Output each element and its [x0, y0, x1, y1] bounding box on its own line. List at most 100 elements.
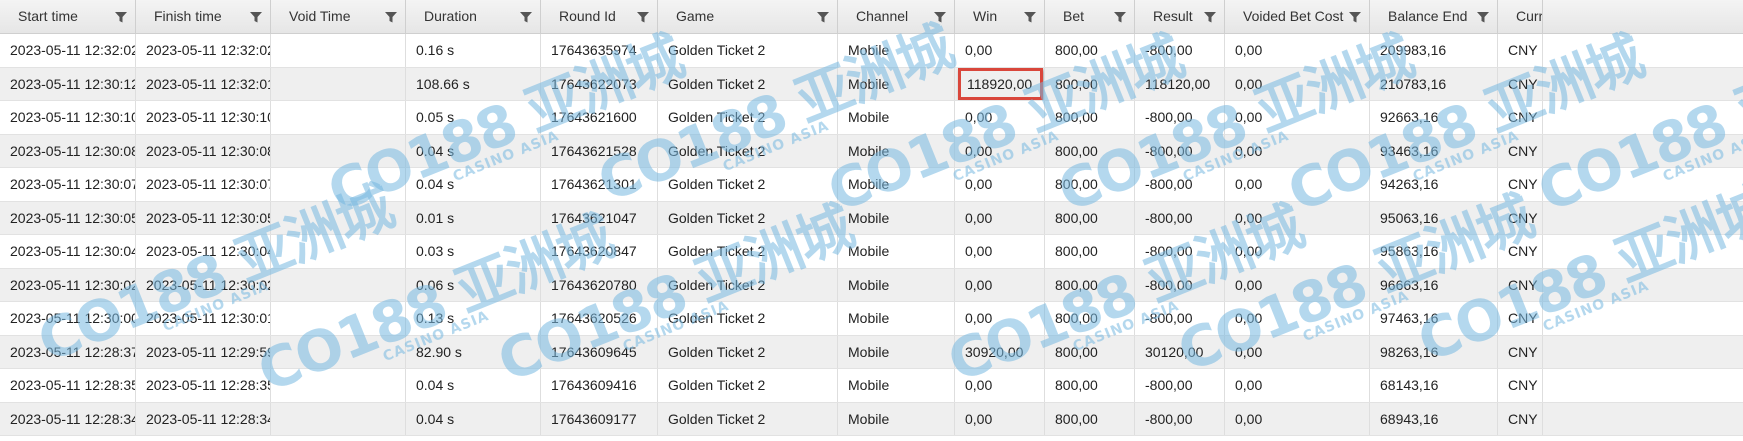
cell-duration: 0.16 s	[406, 34, 541, 67]
filter-icon[interactable]	[250, 11, 262, 23]
cell-void-time	[271, 201, 406, 234]
cell-channel: Mobile	[838, 302, 955, 335]
cell-currency: CNY	[1498, 369, 1543, 402]
column-header-game[interactable]: Game	[658, 0, 838, 33]
column-header-label: Voided Bet Cost	[1243, 8, 1344, 24]
cell-game: Golden Ticket 2	[658, 134, 838, 167]
column-header-label: Void Time	[289, 8, 351, 24]
cell-bet: 800,00	[1045, 235, 1135, 268]
table-row[interactable]: 2023-05-11 12:30:04 2023-05-11 12:30:04 0.…	[0, 235, 1743, 269]
cell-balance-end: 68143,16	[1370, 369, 1498, 402]
column-header-duration[interactable]: Duration	[406, 0, 541, 33]
column-header-void-time[interactable]: Void Time	[271, 0, 406, 33]
cell-result: -800,00	[1135, 201, 1225, 234]
column-header-label: Finish time	[154, 8, 222, 24]
cell-void-time	[271, 369, 406, 402]
filter-icon[interactable]	[1477, 11, 1489, 23]
cell-duration: 0.13 s	[406, 302, 541, 335]
cell-currency: CNY	[1498, 101, 1543, 134]
cell-round-id: 17643609416	[541, 369, 658, 402]
table-row[interactable]: 2023-05-11 12:30:12 2023-05-11 12:32:01 10…	[0, 67, 1743, 101]
table-row[interactable]: 2023-05-11 12:30:02 2023-05-11 12:30:02 0.…	[0, 268, 1743, 302]
filter-icon[interactable]	[520, 11, 532, 23]
column-header-round-id[interactable]: Round Id	[541, 0, 658, 33]
cell-result: -800,00	[1135, 268, 1225, 301]
table-row[interactable]: 2023-05-11 12:30:08 2023-05-11 12:30:08 0.…	[0, 134, 1743, 168]
grid-header: Start time Finish time Void Time Duration Ro…	[0, 0, 1743, 34]
grid-body: 2023-05-11 12:32:02 2023-05-11 12:32:02 0.…	[0, 34, 1743, 436]
cell-duration: 0.04 s	[406, 168, 541, 201]
cell-void-time	[271, 335, 406, 368]
cell-voided-bet-cost: 0,00	[1225, 101, 1370, 134]
cell-balance-end: 68943,16	[1370, 402, 1498, 435]
filter-icon[interactable]	[1349, 11, 1361, 23]
filter-icon[interactable]	[115, 11, 127, 23]
column-header-bet[interactable]: Bet	[1045, 0, 1135, 33]
column-header-channel[interactable]: Channel	[838, 0, 955, 33]
filter-icon[interactable]	[1114, 11, 1126, 23]
table-row[interactable]: 2023-05-11 12:28:35 2023-05-11 12:28:35 0.…	[0, 369, 1743, 403]
cell-round-id: 17643620780	[541, 268, 658, 301]
cell-start-time: 2023-05-11 12:30:05	[0, 201, 136, 234]
cell-round-id: 17643609645	[541, 335, 658, 368]
cell-result: -800,00	[1135, 134, 1225, 167]
cell-start-time: 2023-05-11 12:32:02	[0, 34, 136, 67]
column-header-currency[interactable]: Curre...	[1498, 0, 1543, 33]
column-header-voided-bet-cost[interactable]: Voided Bet Cost	[1225, 0, 1370, 33]
cell-channel: Mobile	[838, 168, 955, 201]
cell-balance-end: 94263,16	[1370, 168, 1498, 201]
cell-start-time: 2023-05-11 12:30:02	[0, 268, 136, 301]
cell-currency: CNY	[1498, 168, 1543, 201]
filter-icon[interactable]	[934, 11, 946, 23]
cell-currency: CNY	[1498, 34, 1543, 67]
table-row[interactable]: 2023-05-11 12:30:00 2023-05-11 12:30:01 0.…	[0, 302, 1743, 336]
cell-win: 0,00	[955, 168, 1045, 201]
filter-icon[interactable]	[385, 11, 397, 23]
column-header-start-time[interactable]: Start time	[0, 0, 136, 33]
cell-bet: 800,00	[1045, 369, 1135, 402]
cell-void-time	[271, 101, 406, 134]
cell-finish-time: 2023-05-11 12:28:34	[136, 402, 271, 435]
cell-result: -800,00	[1135, 101, 1225, 134]
filter-icon[interactable]	[1024, 11, 1036, 23]
cell-finish-time: 2023-05-11 12:30:04	[136, 235, 271, 268]
cell-channel: Mobile	[838, 268, 955, 301]
table-row[interactable]: 2023-05-11 12:30:07 2023-05-11 12:30:07 0.…	[0, 168, 1743, 202]
highlighted-win-value: 118920,00	[958, 67, 1044, 100]
cell-voided-bet-cost: 0,00	[1225, 402, 1370, 435]
filter-icon[interactable]	[1204, 11, 1216, 23]
cell-start-time: 2023-05-11 12:28:35	[0, 369, 136, 402]
cell-balance-end: 98263,16	[1370, 335, 1498, 368]
cell-voided-bet-cost: 0,00	[1225, 302, 1370, 335]
table-row[interactable]: 2023-05-11 12:30:05 2023-05-11 12:30:05 0.…	[0, 201, 1743, 235]
cell-currency: CNY	[1498, 335, 1543, 368]
table-row[interactable]: 2023-05-11 12:28:37 2023-05-11 12:29:59 82…	[0, 335, 1743, 369]
cell-start-time: 2023-05-11 12:30:10	[0, 101, 136, 134]
cell-duration: 0.04 s	[406, 134, 541, 167]
filter-icon[interactable]	[817, 11, 829, 23]
cell-finish-time: 2023-05-11 12:30:02	[136, 268, 271, 301]
cell-result: -800,00	[1135, 168, 1225, 201]
cell-duration: 0.06 s	[406, 268, 541, 301]
cell-voided-bet-cost: 0,00	[1225, 335, 1370, 368]
table-row[interactable]: 2023-05-11 12:28:34 2023-05-11 12:28:34 0.…	[0, 402, 1743, 436]
table-row[interactable]: 2023-05-11 12:30:10 2023-05-11 12:30:10 0.…	[0, 101, 1743, 135]
filter-icon[interactable]	[637, 11, 649, 23]
cell-finish-time: 2023-05-11 12:32:01	[136, 67, 271, 100]
cell-start-time: 2023-05-11 12:28:37	[0, 335, 136, 368]
table-row[interactable]: 2023-05-11 12:32:02 2023-05-11 12:32:02 0.…	[0, 34, 1743, 68]
cell-duration: 0.04 s	[406, 369, 541, 402]
cell-channel: Mobile	[838, 67, 955, 100]
cell-round-id: 17643621047	[541, 201, 658, 234]
cell-currency: CNY	[1498, 235, 1543, 268]
column-header-label: Duration	[424, 8, 477, 24]
cell-win: 0,00	[955, 134, 1045, 167]
column-header-result[interactable]: Result	[1135, 0, 1225, 33]
cell-currency: CNY	[1498, 302, 1543, 335]
column-header-finish-time[interactable]: Finish time	[136, 0, 271, 33]
column-header-win[interactable]: Win	[955, 0, 1045, 33]
cell-channel: Mobile	[838, 101, 955, 134]
column-header-balance-end[interactable]: Balance End	[1370, 0, 1498, 33]
cell-void-time	[271, 402, 406, 435]
cell-game: Golden Ticket 2	[658, 235, 838, 268]
